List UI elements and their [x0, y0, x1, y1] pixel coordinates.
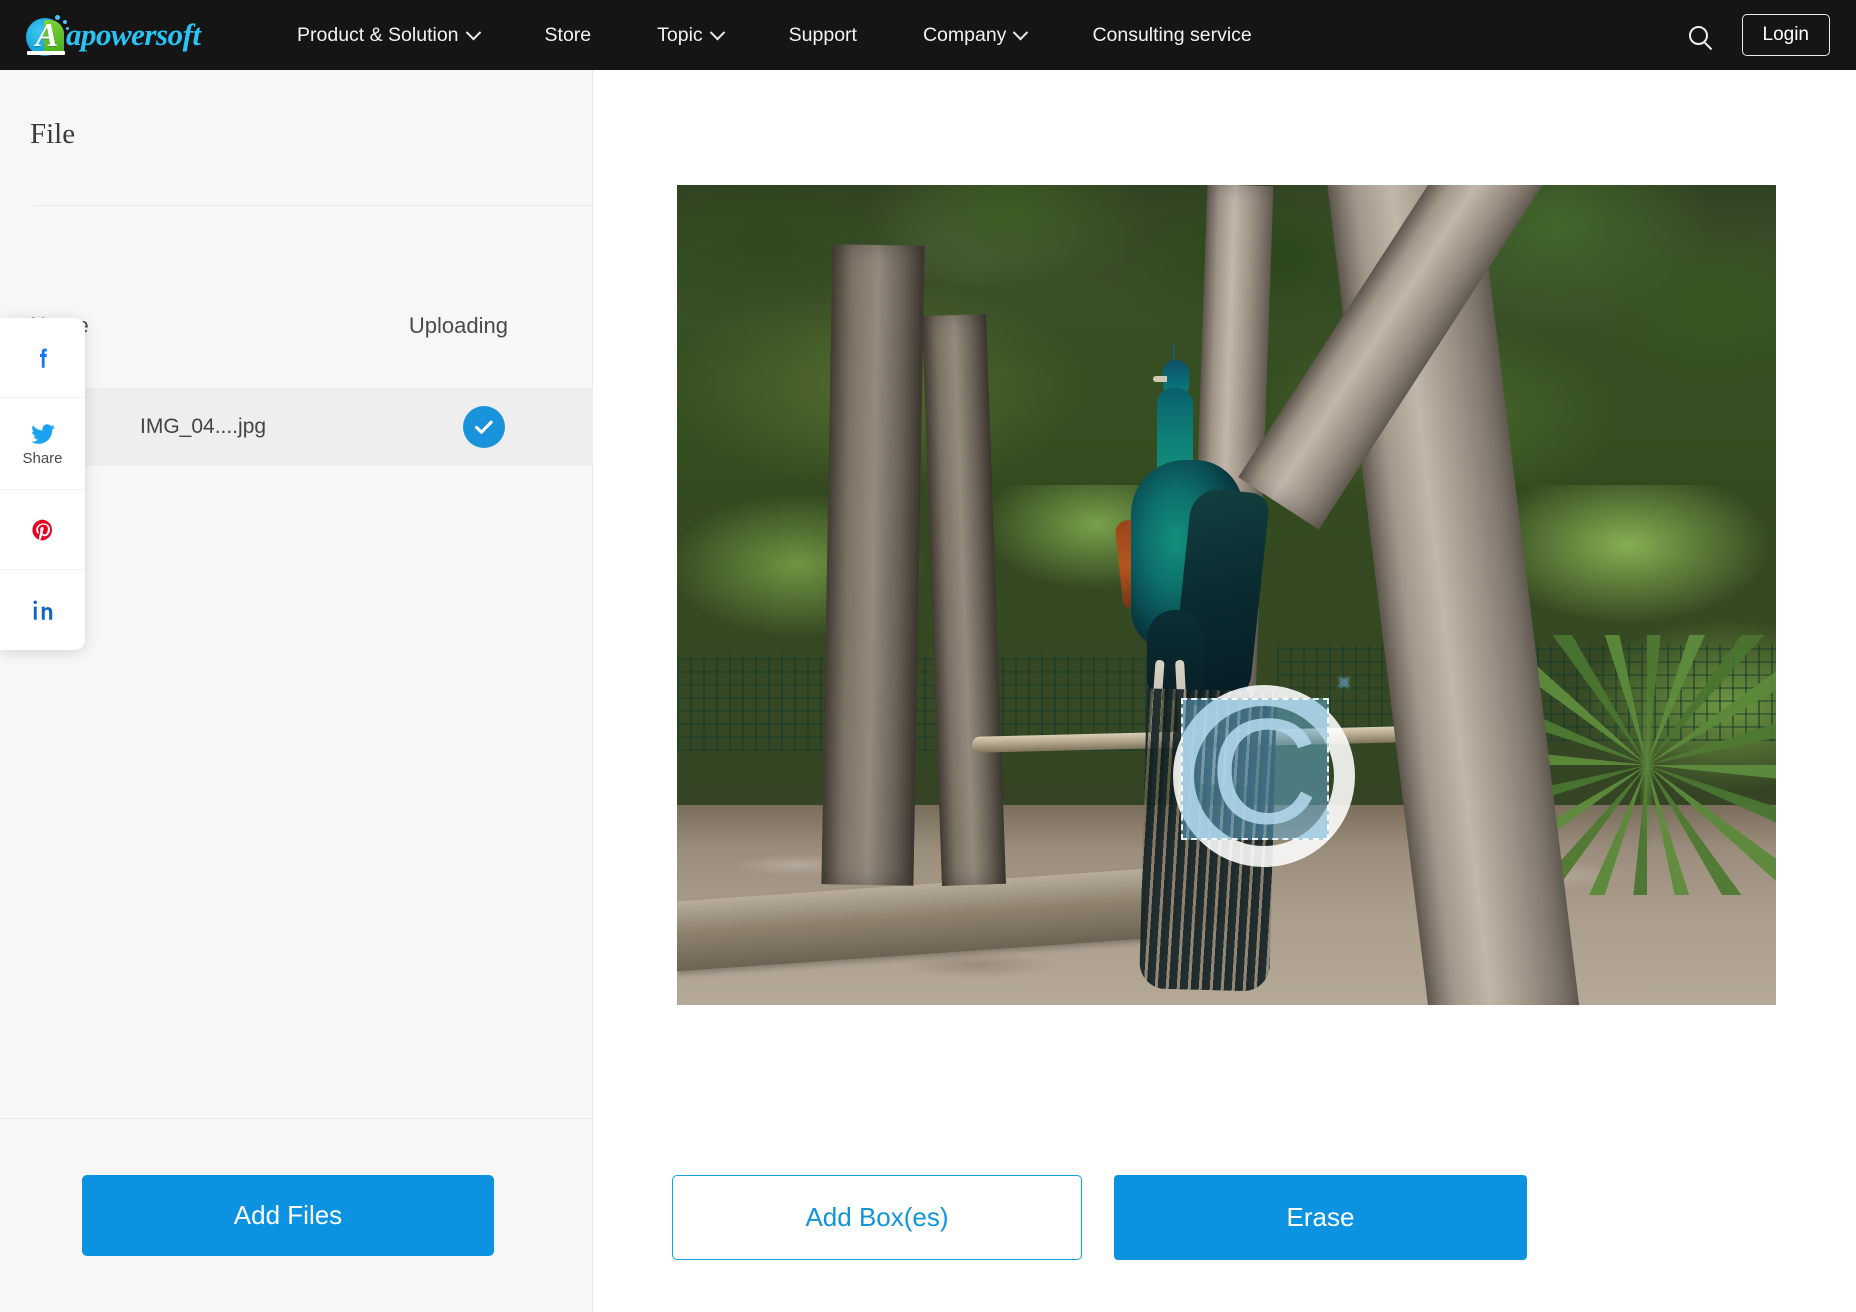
app-body: File Name Uploading IMG_04....jpg Add Fi… — [0, 70, 1856, 1312]
nav-label: Company — [922, 23, 1007, 46]
nav-label: Store — [544, 23, 592, 46]
erase-button[interactable]: Erase — [1114, 1175, 1527, 1260]
social-share-widget: Share — [0, 318, 85, 650]
search-glass-shape — [1689, 25, 1708, 45]
close-icon[interactable]: × — [1333, 672, 1355, 694]
logo-base-bar — [27, 51, 65, 55]
facebook-icon — [39, 348, 47, 368]
share-button-pinterest[interactable] — [0, 490, 85, 570]
chevron-down-icon — [709, 24, 725, 40]
pinterest-icon — [31, 519, 52, 540]
nav-item-store[interactable]: Store — [512, 0, 625, 70]
nav-item-topic[interactable]: Topic — [624, 0, 756, 70]
share-button-facebook[interactable] — [0, 318, 85, 398]
nav-item-support[interactable]: Support — [756, 0, 890, 70]
sidebar-title: File — [30, 118, 76, 150]
watermark-selection-box[interactable]: × — [1181, 672, 1350, 840]
logo-letter: A — [35, 17, 59, 54]
share-button-linkedin[interactable] — [0, 570, 85, 650]
share-button-twitter[interactable]: Share — [0, 398, 85, 490]
linkedin-icon — [32, 600, 52, 620]
twitter-icon — [30, 424, 55, 444]
add-boxes-button[interactable]: Add Box(es) — [672, 1175, 1082, 1260]
peacock-beak — [1153, 376, 1167, 382]
chevron-down-icon — [465, 24, 481, 40]
share-label-twitter: Share — [22, 450, 63, 467]
nav-item-consulting-service[interactable]: Consulting service — [1059, 0, 1284, 70]
sidebar-divider — [33, 205, 593, 206]
nav-right-group: Login — [1682, 14, 1830, 56]
logo-wordmark: apowersoft — [66, 17, 201, 52]
chevron-down-icon — [1013, 24, 1029, 40]
nav-item-company[interactable]: Company — [890, 0, 1059, 70]
file-name-label: IMG_04....jpg — [140, 415, 267, 438]
apowersoft-logo-icon: A — [24, 14, 70, 56]
login-button[interactable]: Login — [1741, 14, 1830, 56]
column-header-uploading: Uploading — [408, 313, 508, 338]
nav-item-product-solution[interactable]: Product & Solution — [264, 0, 512, 70]
editor-main-panel: C × Add Box(es) Erase — [594, 70, 1856, 1312]
photo-tree-trunk-left — [821, 244, 925, 886]
sidebar-footer-divider — [0, 1118, 592, 1119]
search-icon[interactable] — [1682, 18, 1716, 52]
main-nav-links: Product & Solution Store Topic Support C… — [264, 0, 1285, 70]
nav-label: Consulting service — [1092, 23, 1252, 46]
add-files-button[interactable]: Add Files — [82, 1175, 494, 1256]
nav-label: Topic — [657, 23, 703, 46]
nav-label: Product & Solution — [297, 23, 459, 46]
table-row[interactable]: IMG_04....jpg — [0, 388, 593, 466]
nav-label: Support — [788, 23, 857, 46]
file-table-header: Name Uploading — [0, 313, 593, 347]
top-navigation-bar: A apowersoft Product & Solution Store To… — [0, 0, 1856, 70]
apowersoft-logo[interactable]: A apowersoft — [24, 12, 224, 58]
check-circle-icon[interactable] — [463, 406, 505, 448]
file-sidebar: File Name Uploading IMG_04....jpg Add Fi… — [0, 70, 593, 1312]
photo-preview[interactable]: C × — [677, 185, 1776, 1005]
peacock-photo: C × — [677, 185, 1776, 1005]
